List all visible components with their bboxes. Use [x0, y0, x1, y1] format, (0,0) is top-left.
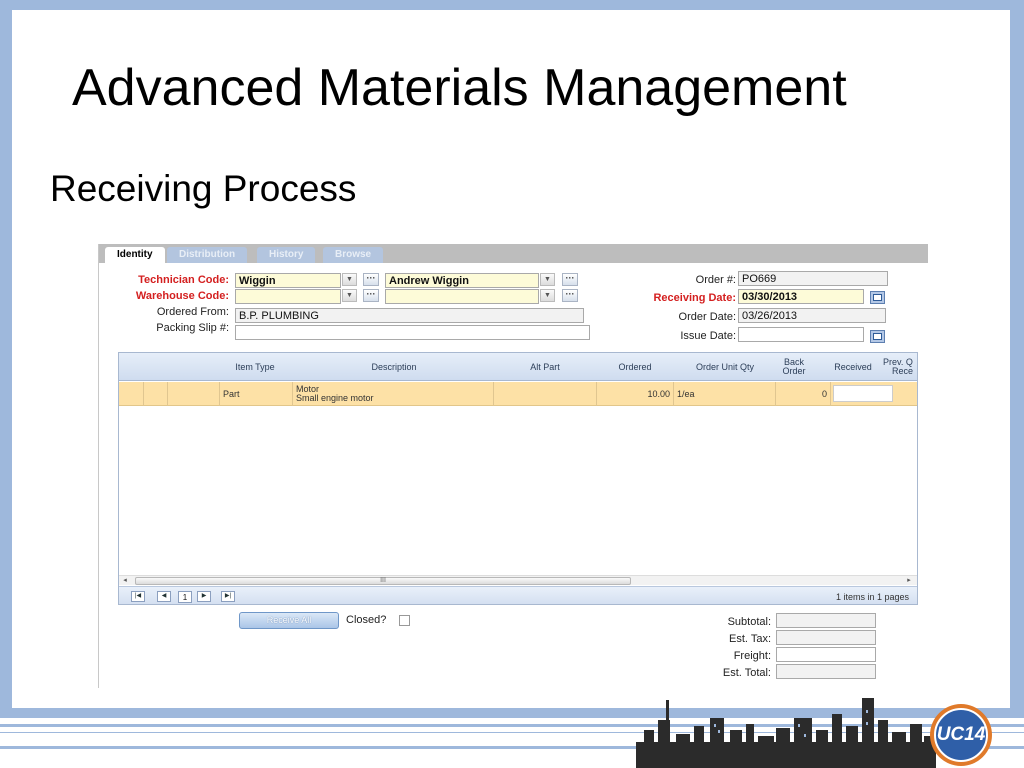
horizontal-scrollbar[interactable]: ◂ III ▸ — [119, 575, 917, 586]
column-prev-received[interactable]: Prev. Q Rece — [883, 353, 917, 381]
grid-pager: |◀ ◀ 1 ▶ ▶| 1 items in 1 pages — [119, 586, 917, 604]
freight-label: Freight: — [733, 650, 771, 662]
subtotal-label: Subtotal: — [727, 616, 771, 628]
ordered-from-field[interactable]: B.P. PLUMBING — [235, 308, 584, 323]
order-date-label: Order Date: — [678, 311, 736, 323]
items-grid: Item Type Description Alt Part Ordered O… — [118, 352, 918, 605]
column-back-order[interactable]: Back Order — [777, 353, 811, 381]
column-ordered[interactable]: Ordered — [597, 353, 673, 381]
order-date-field[interactable]: 03/26/2013 — [738, 308, 886, 323]
slide-subtitle: Receiving Process — [50, 168, 357, 209]
est-tax-field[interactable] — [776, 630, 876, 645]
warehouse-name-field[interactable] — [385, 289, 539, 304]
technician-code-lookup-icon[interactable]: ··· — [363, 273, 379, 286]
uc14-logo-text: UC14 — [936, 724, 986, 745]
tab-browse[interactable]: Browse — [323, 247, 384, 263]
warehouse-name-lookup-icon[interactable]: ··· — [562, 289, 578, 302]
row-cell-order-unit-qty: 1/ea — [674, 382, 776, 406]
next-page-icon[interactable]: ▶ — [197, 591, 211, 602]
freight-field[interactable] — [776, 647, 876, 662]
est-total-label: Est. Total: — [722, 667, 771, 679]
technician-name-field[interactable]: Andrew Wiggin — [385, 273, 539, 288]
warehouse-name-dropdown-icon[interactable]: ▼ — [540, 289, 555, 302]
city-skyline-image — [636, 698, 936, 768]
issue-date-calendar-icon[interactable] — [870, 330, 885, 343]
row-received-input[interactable] — [833, 385, 893, 402]
receiving-date-label: Receiving Date: — [653, 292, 736, 304]
row-cell-blank-1 — [119, 382, 144, 406]
row-cell-back-order: 0 — [776, 382, 831, 406]
order-number-label: Order #: — [695, 274, 736, 286]
tab-bar: Identity Distribution History Browse — [99, 244, 928, 263]
closed-checkbox[interactable] — [399, 615, 410, 626]
scroll-right-icon[interactable]: ▸ — [903, 576, 915, 586]
prev-page-icon[interactable]: ◀ — [157, 591, 171, 602]
receiving-date-field[interactable]: 03/30/2013 — [738, 289, 864, 304]
order-number-field[interactable]: PO669 — [738, 271, 888, 286]
warehouse-code-lookup-icon[interactable]: ··· — [363, 289, 379, 302]
tab-history[interactable]: History — [257, 247, 316, 263]
row-cell-blank-3 — [168, 382, 220, 406]
warehouse-code-dropdown-icon[interactable]: ▼ — [342, 289, 357, 302]
row-cell-blank-2 — [144, 382, 168, 406]
est-tax-label: Est. Tax: — [729, 633, 771, 645]
scroll-thumb[interactable]: III — [135, 577, 631, 585]
column-alt-part[interactable]: Alt Part — [495, 353, 595, 381]
technician-code-label: Technician Code: — [138, 274, 229, 286]
column-description[interactable]: Description — [294, 353, 494, 381]
packing-slip-field[interactable] — [235, 325, 590, 340]
receiving-window: Identity Distribution History Browse Tec… — [98, 244, 928, 688]
subtotal-field[interactable] — [776, 613, 876, 628]
issue-date-field[interactable] — [738, 327, 864, 342]
column-item-type[interactable]: Item Type — [224, 353, 286, 381]
technician-name-dropdown-icon[interactable]: ▼ — [540, 273, 555, 286]
ordered-from-label: Ordered From: — [156, 306, 229, 318]
row-cell-ordered: 10.00 — [597, 382, 674, 406]
scroll-left-icon[interactable]: ◂ — [119, 576, 131, 586]
row-description-detail: Small engine motor — [296, 393, 374, 403]
row-cell-item-type: Part — [220, 382, 293, 406]
table-row[interactable]: Part Motor Small engine motor 10.00 1/ea… — [119, 382, 917, 406]
column-received[interactable]: Received — [825, 353, 881, 381]
pager-info: 1 items in 1 pages — [835, 592, 909, 602]
receiving-date-calendar-icon[interactable] — [870, 291, 885, 304]
issue-date-label: Issue Date: — [680, 330, 736, 342]
column-back-order-line2: Order — [782, 366, 806, 376]
packing-slip-label: Packing Slip #: — [156, 322, 229, 334]
warehouse-code-field[interactable] — [235, 289, 341, 304]
page-number[interactable]: 1 — [178, 591, 192, 603]
row-cell-alt-part — [494, 382, 597, 406]
technician-name-lookup-icon[interactable]: ··· — [562, 273, 578, 286]
column-prev-line2: Rece — [892, 366, 914, 376]
technician-code-field[interactable]: Wiggin — [235, 273, 341, 288]
column-order-unit-qty[interactable]: Order Unit Qty — [675, 353, 775, 381]
technician-code-dropdown-icon[interactable]: ▼ — [342, 273, 357, 286]
grid-header: Item Type Description Alt Part Ordered O… — [119, 353, 917, 381]
closed-label: Closed? — [346, 614, 387, 626]
slide-title: Advanced Materials Management — [72, 59, 847, 117]
warehouse-code-label: Warehouse Code: — [135, 290, 229, 302]
first-page-icon[interactable]: |◀ — [131, 591, 145, 602]
receive-all-button[interactable]: Receive All — [239, 612, 339, 629]
row-cell-description: Motor Small engine motor — [293, 382, 494, 406]
last-page-icon[interactable]: ▶| — [221, 591, 235, 602]
tab-identity[interactable]: Identity — [105, 247, 165, 263]
est-total-field[interactable] — [776, 664, 876, 679]
tab-distribution[interactable]: Distribution — [167, 247, 248, 263]
uc14-logo-text-wrap: UC14 — [928, 702, 994, 768]
